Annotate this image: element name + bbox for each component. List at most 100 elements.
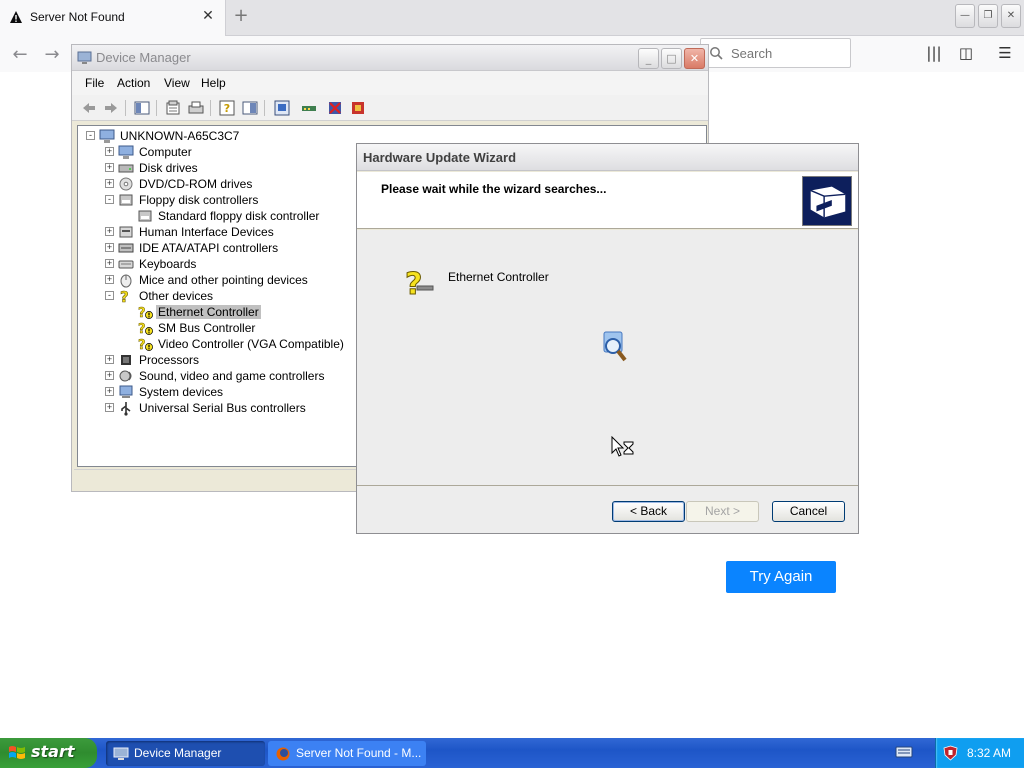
tree-item-label: Other devices [139, 289, 214, 303]
tree-item-label: Mice and other pointing devices [139, 273, 308, 287]
wizard-body: ? Ethernet Controller [357, 230, 858, 485]
security-shield-icon[interactable] [943, 745, 958, 761]
new-tab-icon[interactable]: + [230, 5, 252, 27]
expand-toggle-icon[interactable]: + [105, 147, 114, 156]
expand-toggle-icon[interactable]: + [105, 387, 114, 396]
show-hide-tree-icon[interactable] [133, 99, 151, 117]
forward-arrow-icon[interactable]: → [39, 42, 65, 68]
tree-item-label: DVD/CD-ROM drives [139, 177, 253, 191]
tree-item-label: Sound, video and game controllers [139, 369, 325, 383]
menu-view[interactable]: View [164, 76, 190, 90]
tree-item-label: Human Interface Devices [139, 225, 274, 239]
sidebar-icon[interactable]: ◫ [955, 42, 977, 64]
update-driver-icon[interactable] [300, 99, 318, 117]
svg-text:?: ? [138, 338, 146, 352]
warning-device-icon: ? [138, 306, 153, 320]
menu-icon[interactable]: ☰ [994, 42, 1016, 64]
properties-icon[interactable] [164, 99, 182, 117]
try-again-button[interactable]: Try Again [726, 561, 836, 593]
expand-toggle-icon[interactable]: + [105, 355, 114, 364]
start-label: start [31, 742, 75, 761]
menu-help[interactable]: Help [201, 76, 226, 90]
uninstall-icon[interactable] [349, 99, 367, 117]
toolbar: ? [72, 95, 708, 121]
expand-toggle-icon[interactable]: + [105, 163, 114, 172]
taskbar-item-device-manager[interactable]: Device Manager [106, 741, 265, 766]
hid-icon [119, 226, 133, 238]
menu-action[interactable]: Action [117, 76, 150, 90]
collapse-toggle-icon[interactable]: - [86, 131, 95, 140]
clock: 8:32 AM [967, 746, 1012, 760]
search-input[interactable] [731, 44, 841, 62]
help-icon[interactable]: ? [218, 99, 236, 117]
scan-hardware-icon[interactable] [273, 99, 291, 117]
wizard-titlebar[interactable]: Hardware Update Wizard [357, 144, 858, 171]
minimize-button[interactable]: _ [638, 48, 659, 69]
warning-icon [10, 11, 22, 23]
tree-item-label: SM Bus Controller [158, 321, 256, 335]
taskbar-item-firefox[interactable]: Server Not Found - M... [268, 741, 426, 766]
tree-item-label: Ethernet Controller [156, 305, 261, 319]
hardware-update-wizard-dialog: Hardware Update Wizard Please wait while… [356, 143, 859, 534]
close-button[interactable]: ✕ [684, 48, 705, 69]
back-button[interactable]: < Back [612, 501, 685, 522]
expand-toggle-icon[interactable]: + [105, 371, 114, 380]
expand-toggle-icon[interactable]: + [105, 227, 114, 236]
expand-toggle-icon[interactable]: + [105, 243, 114, 252]
floppy-controller-icon [119, 194, 133, 206]
back-arrow-icon[interactable]: ← [7, 42, 33, 68]
search-icon [710, 47, 723, 60]
tree-item-label: Universal Serial Bus controllers [139, 401, 306, 415]
wizard-device-name: Ethernet Controller [448, 270, 549, 284]
minimize-window-button[interactable]: — [955, 4, 975, 28]
device-manager-title: Device Manager [96, 50, 191, 65]
browser-tab[interactable]: Server Not Found ✕ [0, 0, 226, 36]
svg-text:?: ? [120, 288, 129, 304]
restore-window-button[interactable]: ❐ [978, 4, 998, 28]
menu-file[interactable]: File [85, 76, 104, 90]
expand-toggle-icon[interactable]: + [105, 179, 114, 188]
forward-arrow-icon[interactable] [102, 99, 120, 117]
expand-toggle-icon[interactable]: + [105, 275, 114, 284]
toolbar-separator [125, 100, 126, 116]
disable-device-icon[interactable] [326, 99, 344, 117]
svg-text:?: ? [405, 267, 422, 302]
toolbar-separator [264, 100, 265, 116]
device-manager-titlebar[interactable]: Device Manager _ □ ✕ [72, 45, 708, 71]
taskbar-item-label: Device Manager [134, 746, 222, 760]
tab-title: Server Not Found [30, 10, 125, 24]
windows-logo-icon [9, 746, 25, 759]
svg-text:?: ? [138, 306, 146, 320]
start-button[interactable]: start [0, 738, 97, 768]
toolbar-separator [156, 100, 157, 116]
tree-item-label: Computer [139, 145, 192, 159]
print-icon[interactable] [187, 99, 205, 117]
collapse-toggle-icon[interactable]: - [105, 195, 114, 204]
maximize-button[interactable]: □ [661, 48, 682, 69]
sound-icon [119, 370, 132, 382]
tree-item-label: Floppy disk controllers [139, 193, 259, 207]
busy-cursor-icon [611, 436, 634, 457]
console-tree-icon[interactable] [241, 99, 259, 117]
close-window-button[interactable]: ✕ [1001, 4, 1021, 28]
warning-device-icon: ? [138, 338, 153, 352]
floppy-controller-icon [138, 210, 152, 222]
keyboard-language-icon[interactable] [895, 745, 913, 759]
device-manager-icon [113, 747, 129, 760]
collapse-toggle-icon[interactable]: - [105, 291, 114, 300]
browser-search-field[interactable] [700, 38, 851, 68]
close-tab-icon[interactable]: ✕ [200, 8, 216, 24]
expand-toggle-icon[interactable]: + [105, 403, 114, 412]
back-arrow-icon[interactable] [80, 99, 98, 117]
taskbar: start Device Manager Server Not Found - … [0, 738, 1024, 768]
tree-item-label: System devices [139, 385, 224, 399]
expand-toggle-icon[interactable]: + [105, 259, 114, 268]
library-icon[interactable]: ||| [923, 42, 945, 64]
browser-tab-bar: Server Not Found ✕ + — ❐ ✕ [0, 0, 1024, 36]
unknown-device-icon: ? [405, 267, 434, 302]
device-manager-icon [77, 51, 92, 64]
cancel-button[interactable]: Cancel [772, 501, 845, 522]
next-button[interactable]: Next > [686, 501, 759, 522]
searching-magnifier-icon [603, 331, 627, 362]
tree-item-label: Standard floppy disk controller [158, 209, 320, 223]
